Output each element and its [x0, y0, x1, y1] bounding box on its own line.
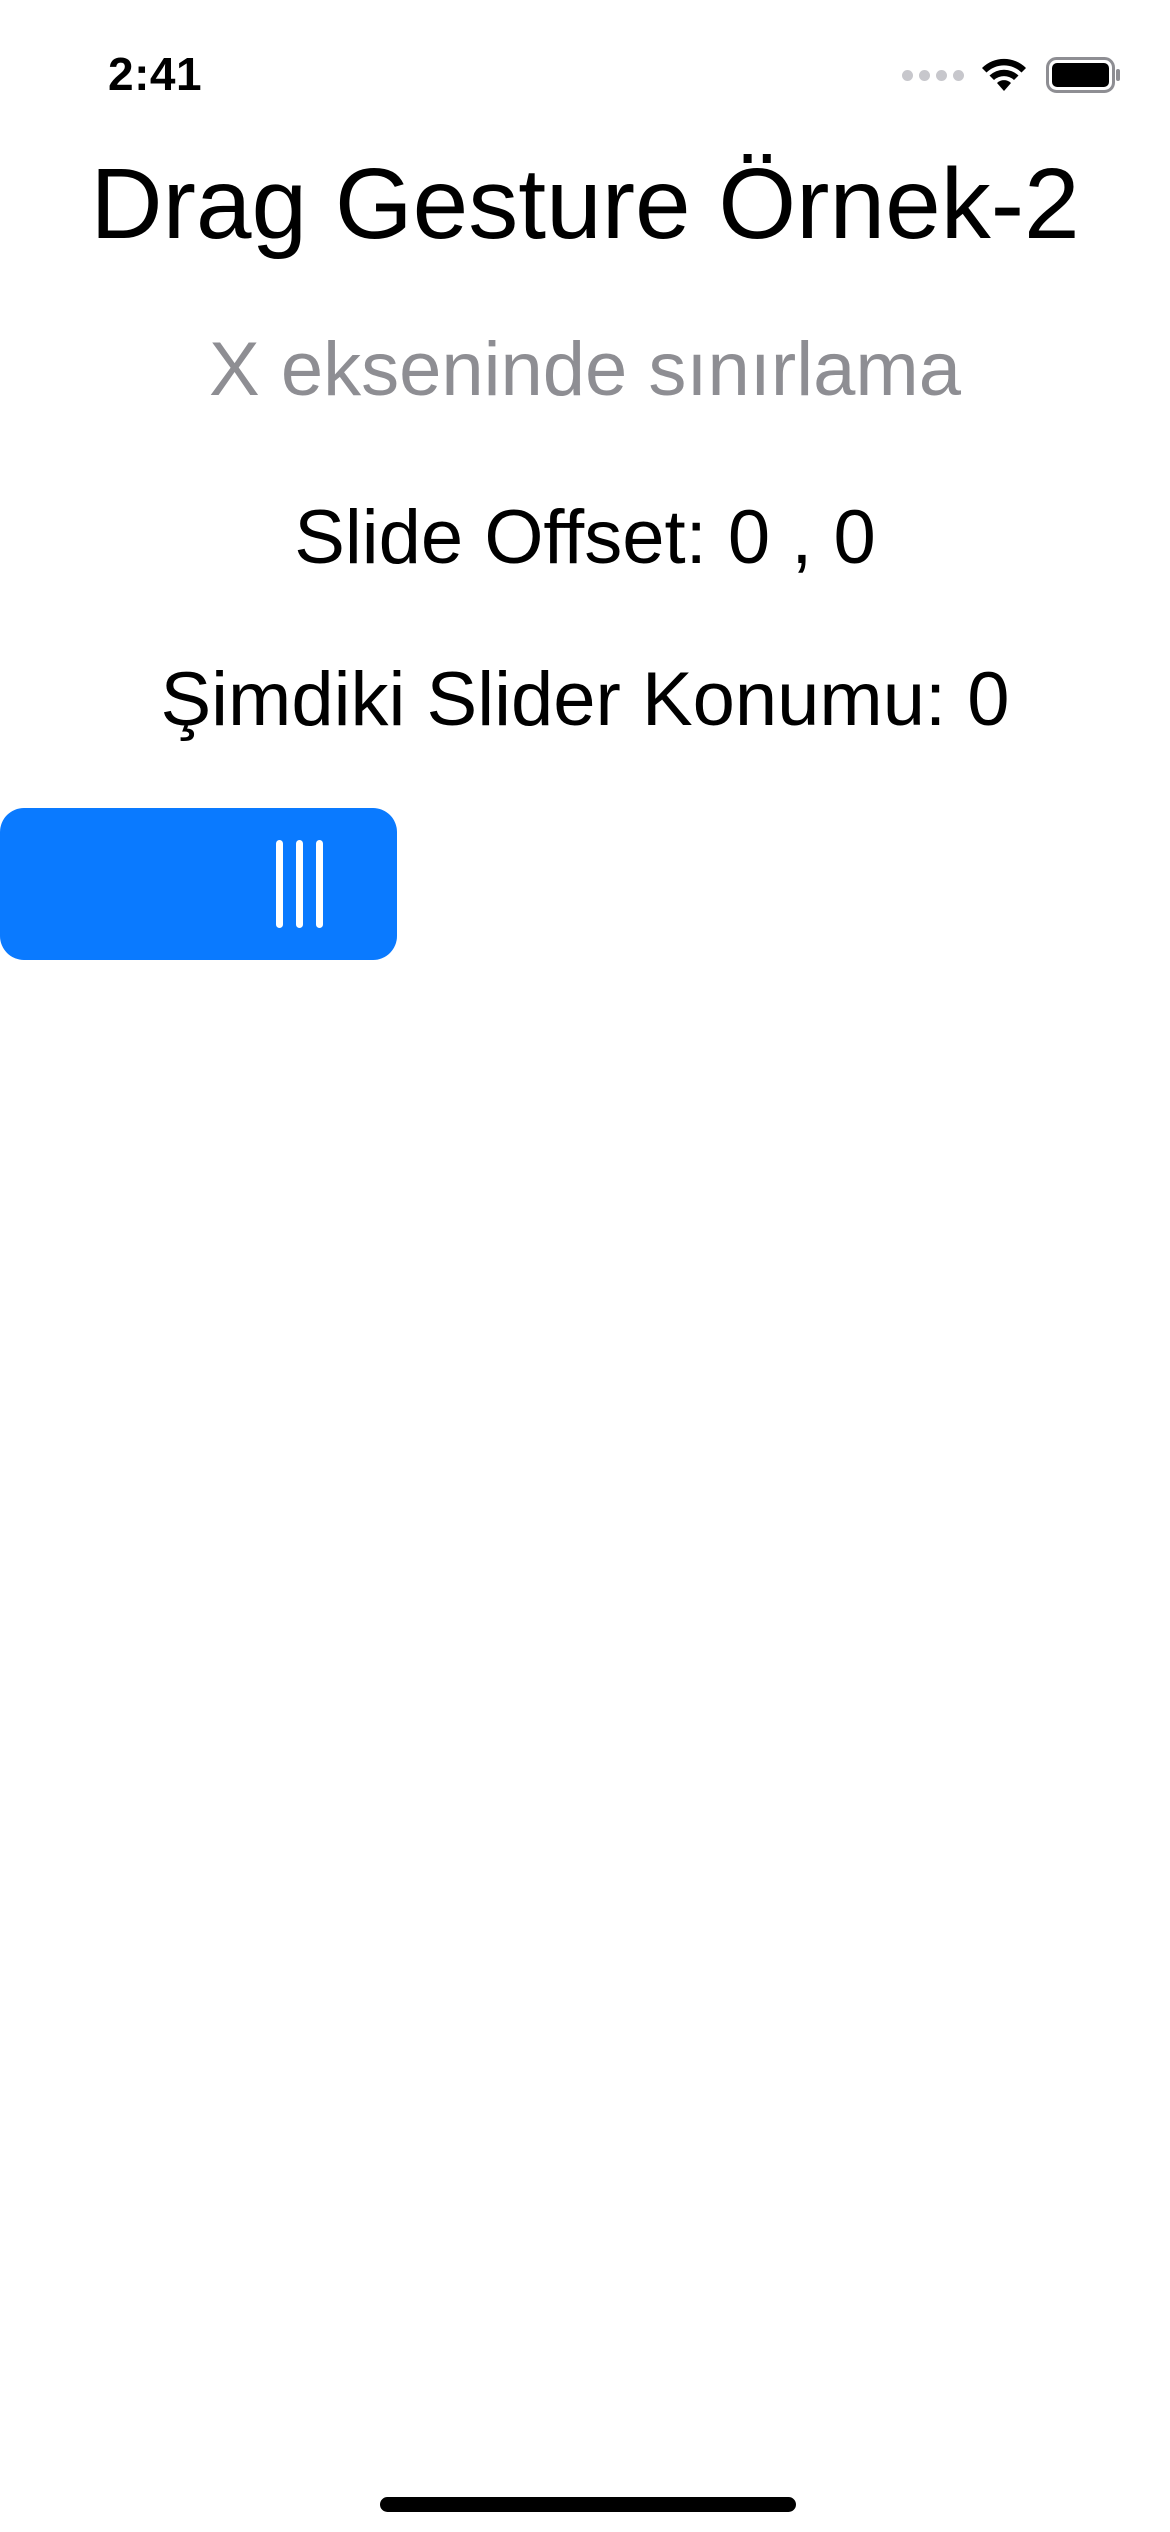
- status-time: 2:41: [108, 48, 203, 100]
- slide-offset-label: Slide Offset: 0 , 0: [294, 495, 876, 580]
- drag-slider[interactable]: [0, 808, 397, 960]
- status-icons: [902, 52, 1122, 98]
- page-title: Drag Gesture Örnek-2: [90, 148, 1080, 260]
- page-subtitle: X ekseninde sınırlama: [209, 327, 961, 412]
- cellular-signal-icon: [902, 69, 964, 81]
- app-screen: 2:41 Drag Gesture Örnek-2 X ekseninde sı…: [0, 0, 1170, 2532]
- home-indicator[interactable]: [380, 2497, 796, 2512]
- wifi-icon: [982, 58, 1026, 91]
- battery-icon: [1046, 57, 1120, 93]
- slider-position-label: Şimdiki Slider Konumu: 0: [160, 657, 1010, 742]
- drag-grip-icon[interactable]: [276, 840, 323, 928]
